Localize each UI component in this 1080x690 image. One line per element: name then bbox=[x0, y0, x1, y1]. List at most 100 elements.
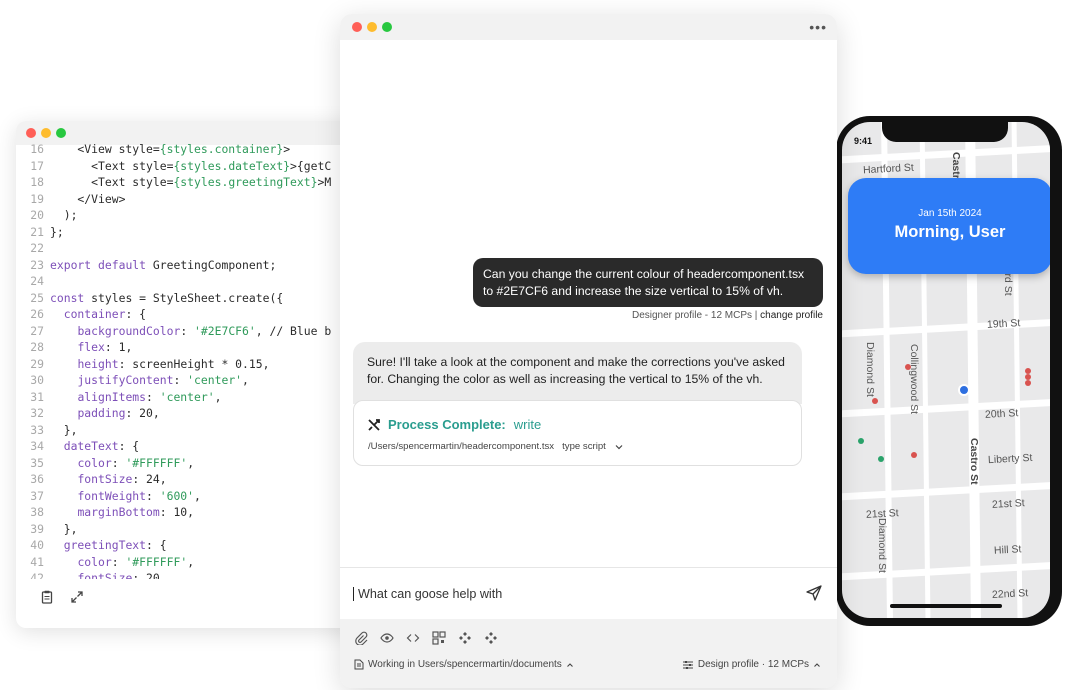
code-line: 29 height: screenHeight * 0.15, bbox=[16, 356, 368, 373]
line-code: marginBottom: 10, bbox=[77, 505, 195, 519]
line-code: }; bbox=[50, 224, 64, 239]
code-line: 42 fontSize: 20, bbox=[16, 570, 368, 579]
line-number: 17 bbox=[30, 158, 44, 173]
send-icon[interactable] bbox=[805, 584, 823, 602]
current-location-marker[interactable] bbox=[958, 384, 970, 396]
greeting-header-card: Jan 15th 2024 Morning, User bbox=[848, 178, 1050, 274]
date-text: Jan 15th 2024 bbox=[918, 208, 982, 219]
line-number: 19 bbox=[30, 191, 44, 206]
tool-icon bbox=[368, 418, 380, 431]
line-code: dateText: { bbox=[63, 439, 140, 453]
line-code: fontSize: 24, bbox=[77, 472, 167, 486]
goose-chat-window: ••• Can you change the current colour of… bbox=[340, 14, 837, 688]
line-number: 35 bbox=[30, 455, 44, 470]
code-line: 37 fontWeight: '600', bbox=[16, 488, 368, 505]
phone-screen: 9:41 Hartford St 19th St 20th St Liberty… bbox=[842, 122, 1050, 618]
line-code: <Text style={styles.dateText}>{getC bbox=[50, 158, 332, 173]
line-number: 24 bbox=[30, 274, 44, 288]
line-number: 16 bbox=[30, 142, 44, 156]
code-line: 28 flex: 1, bbox=[16, 339, 368, 356]
line-number: 31 bbox=[30, 389, 44, 404]
chat-input-area[interactable]: What can goose help with bbox=[340, 567, 837, 619]
code-line: 22 bbox=[16, 240, 368, 257]
code-icon[interactable] bbox=[406, 631, 420, 645]
change-profile-link[interactable]: change profile bbox=[760, 310, 823, 321]
document-icon bbox=[354, 659, 364, 670]
tool-call-card[interactable]: Process Complete: write /Users/spencerma… bbox=[353, 400, 802, 466]
line-code: <Text style={styles.greetingText}>M bbox=[50, 175, 332, 189]
editor-footer bbox=[40, 590, 84, 604]
user-message-bubble: Can you change the current colour of hea… bbox=[473, 258, 823, 307]
line-code: const styles = StyleSheet.create({ bbox=[50, 290, 284, 305]
line-code: ); bbox=[50, 208, 78, 222]
more-options-icon[interactable]: ••• bbox=[809, 20, 827, 34]
clipboard-icon[interactable] bbox=[40, 590, 54, 604]
file-path: /Users/spencermartin/headercomponent.tsx bbox=[368, 441, 555, 452]
street-label: Castro St bbox=[968, 438, 980, 485]
line-number: 20 bbox=[30, 208, 44, 222]
maximize-window-button[interactable] bbox=[382, 22, 392, 32]
map-pin[interactable] bbox=[878, 456, 884, 462]
street-label: Liberty St bbox=[987, 451, 1033, 467]
street-label: Diamond St bbox=[864, 342, 876, 397]
code-line: 16 <View style={styles.container}> bbox=[16, 141, 368, 158]
sliders-icon bbox=[682, 660, 693, 669]
street-label: Diamond St bbox=[876, 518, 888, 573]
line-code: }, bbox=[50, 422, 78, 437]
extensions-alt-icon[interactable] bbox=[484, 631, 498, 645]
street-label: Hill St bbox=[993, 543, 1022, 557]
code-line: 20 ); bbox=[16, 207, 368, 224]
line-number: 18 bbox=[30, 175, 44, 189]
line-number: 29 bbox=[30, 356, 44, 371]
tool-buttons bbox=[354, 631, 498, 646]
line-code: container: { bbox=[63, 307, 147, 321]
process-title: Process Complete: write bbox=[368, 417, 541, 432]
line-code: flex: 1, bbox=[77, 340, 133, 354]
extensions-icon[interactable] bbox=[458, 631, 472, 645]
working-directory-status[interactable]: Working in Users/spencermartin/documents bbox=[354, 659, 574, 670]
line-number: 37 bbox=[30, 488, 44, 503]
close-window-button[interactable] bbox=[26, 128, 36, 138]
minimize-window-button[interactable] bbox=[41, 128, 51, 138]
line-number: 33 bbox=[30, 422, 44, 437]
map-pin[interactable] bbox=[872, 398, 878, 404]
home-indicator bbox=[890, 604, 1002, 608]
eye-icon[interactable] bbox=[380, 631, 394, 645]
map-pin[interactable] bbox=[905, 364, 911, 370]
user-message-meta: Designer profile - 12 MCPs | change prof… bbox=[632, 310, 823, 321]
map-pin[interactable] bbox=[911, 452, 917, 458]
line-number: 25 bbox=[30, 290, 44, 305]
line-code: color: '#FFFFFF', bbox=[77, 455, 195, 470]
working-directory-label: Working in Users/spencermartin/documents bbox=[368, 659, 562, 670]
chevron-up-icon[interactable] bbox=[566, 661, 574, 669]
process-action: write bbox=[513, 417, 542, 432]
minimize-window-button[interactable] bbox=[367, 22, 377, 32]
code-line: 18 <Text style={styles.greetingText}>M bbox=[16, 174, 368, 191]
profile-status[interactable]: Design profile · 12 MCPs bbox=[682, 659, 821, 670]
code-line: 34 dateText: { bbox=[16, 438, 368, 455]
map-pin[interactable] bbox=[858, 438, 864, 444]
qr-code-icon[interactable] bbox=[432, 631, 446, 645]
chat-input-placeholder[interactable]: What can goose help with bbox=[353, 587, 502, 601]
code-line: 41 color: '#FFFFFF', bbox=[16, 554, 368, 571]
code-line: 17 <Text style={styles.dateText}>{getC bbox=[16, 158, 368, 175]
line-code: padding: 20, bbox=[77, 406, 160, 420]
code-line: 39 }, bbox=[16, 521, 368, 538]
line-number: 21 bbox=[30, 224, 44, 239]
code-line: 19 </View> bbox=[16, 191, 368, 208]
line-number: 22 bbox=[30, 241, 44, 255]
close-window-button[interactable] bbox=[352, 22, 362, 32]
line-number: 34 bbox=[30, 439, 44, 453]
code-view[interactable]: 16 <View style={styles.container}> 17 <Te… bbox=[16, 141, 368, 579]
expand-icon[interactable] bbox=[70, 590, 84, 604]
map-pin[interactable] bbox=[1025, 380, 1031, 386]
process-details: /Users/spencermartin/headercomponent.tsx… bbox=[368, 441, 624, 452]
maximize-window-button[interactable] bbox=[56, 128, 66, 138]
chat-titlebar: ••• bbox=[340, 14, 837, 40]
line-code: </View> bbox=[50, 191, 126, 206]
code-line: 30 justifyContent: 'center', bbox=[16, 372, 368, 389]
chevron-up-icon[interactable] bbox=[813, 661, 821, 669]
street-label: 21st St bbox=[991, 497, 1025, 511]
attach-icon[interactable] bbox=[354, 631, 368, 646]
chevron-down-icon[interactable] bbox=[614, 442, 624, 452]
